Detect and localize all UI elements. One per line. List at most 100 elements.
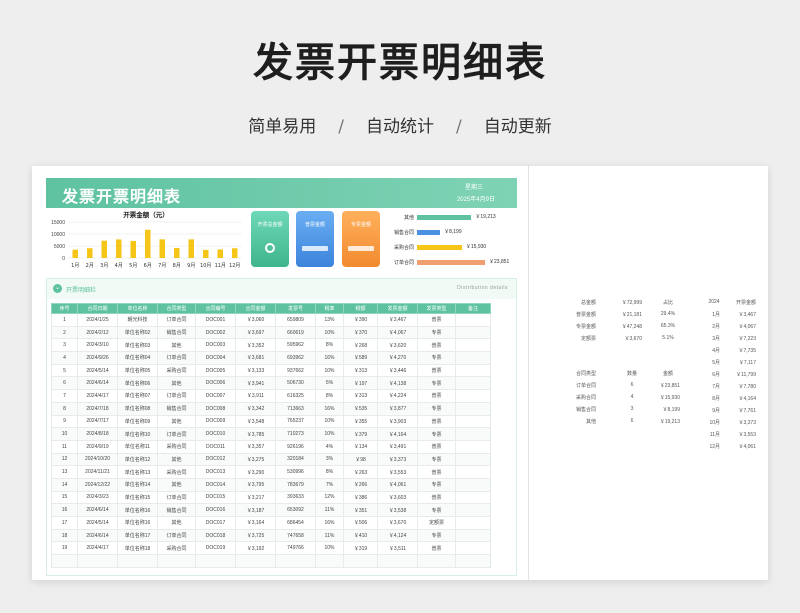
- table-cell[interactable]: [455, 338, 491, 353]
- table-cell[interactable]: 2024/9/19: [77, 439, 118, 454]
- table-cell[interactable]: ￥3,903: [377, 414, 418, 429]
- table-cell[interactable]: 1: [51, 313, 78, 327]
- table-cell[interactable]: ￥3,060: [235, 313, 276, 327]
- table-cell[interactable]: 2024/9/26: [77, 351, 118, 365]
- table-cell[interactable]: [51, 554, 78, 568]
- table-cell[interactable]: ￥3,187: [235, 503, 276, 517]
- table-cell[interactable]: ￥3,681: [235, 351, 276, 365]
- table-cell[interactable]: 2024/6/14: [77, 528, 118, 543]
- table-cell[interactable]: 销售合同: [157, 401, 196, 416]
- table-cell[interactable]: 单位名称16: [117, 516, 158, 530]
- table-cell[interactable]: 2024/7/17: [77, 414, 118, 429]
- table-cell[interactable]: 11%: [315, 528, 344, 543]
- table-cell[interactable]: DOC011: [195, 439, 236, 454]
- table-cell[interactable]: 2024/6/14: [77, 503, 118, 517]
- table-cell[interactable]: 订单合同: [157, 389, 196, 403]
- table-cell[interactable]: 5%: [315, 376, 344, 391]
- table-cell[interactable]: 10%: [315, 541, 344, 556]
- table-cell[interactable]: [377, 554, 418, 568]
- table-cell[interactable]: 普票: [417, 389, 456, 403]
- table-cell[interactable]: 专票: [417, 351, 456, 365]
- table-cell[interactable]: 2024/4/17: [77, 389, 118, 403]
- table-cell[interactable]: 2024/1/25: [77, 313, 118, 327]
- table-cell[interactable]: 16%: [315, 401, 344, 416]
- table-cell[interactable]: 单位名称10: [117, 427, 158, 441]
- table-cell[interactable]: [195, 554, 236, 568]
- table-cell[interactable]: 8%: [315, 338, 344, 353]
- table-cell[interactable]: 595962: [275, 338, 316, 353]
- table-cell[interactable]: ￥589: [343, 351, 378, 365]
- table-cell[interactable]: [117, 554, 158, 568]
- column-header[interactable]: 税率: [315, 303, 344, 314]
- table-cell[interactable]: 3: [51, 338, 78, 353]
- table-cell[interactable]: ￥3,620: [377, 338, 418, 353]
- table-cell[interactable]: ￥98: [343, 452, 378, 467]
- table-cell[interactable]: [157, 554, 196, 568]
- column-header[interactable]: 发票类型: [417, 303, 456, 314]
- table-cell[interactable]: 定额票: [417, 516, 456, 530]
- table-row[interactable]: 16 2024/6/14 单位名称16 销售合同 DOC016 ￥3,187 653092 1…: [51, 503, 491, 517]
- table-cell[interactable]: 2024/8/18: [77, 427, 118, 441]
- table-row[interactable]: 10 2024/8/18 单位名称10 订单合同 DOC010 ￥3,785 710273 1…: [51, 427, 491, 441]
- table-cell[interactable]: 693962: [275, 351, 316, 365]
- table-cell[interactable]: [455, 389, 491, 403]
- table-row[interactable]: 19 2024/4/17 单位名称18 采购合同 DOC019 ￥3,192 749766 1…: [51, 541, 491, 556]
- table-cell[interactable]: ￥3,342: [235, 401, 276, 416]
- table-cell[interactable]: 专票: [417, 427, 456, 441]
- table-cell[interactable]: 3%: [315, 452, 344, 467]
- table-cell[interactable]: DOC006: [195, 376, 236, 391]
- table-cell[interactable]: 16%: [315, 351, 344, 365]
- table-cell[interactable]: ￥535: [343, 401, 378, 416]
- table-row[interactable]: 17 2024/5/14 单位名称16 其他 DOC017 ￥3,164 686454 16%…: [51, 516, 491, 530]
- table-row[interactable]: 6 2024/6/14 单位名称06 其他 DOC006 ￥3,941 506730 5% ￥1…: [51, 376, 491, 391]
- column-header[interactable]: 合同日期: [77, 303, 118, 314]
- table-cell[interactable]: ￥379: [343, 427, 378, 441]
- column-header[interactable]: 税额: [343, 303, 378, 314]
- table-cell[interactable]: 4%: [315, 439, 344, 454]
- table-cell[interactable]: DOC013: [195, 465, 236, 479]
- table-cell[interactable]: [455, 516, 491, 530]
- table-cell[interactable]: ￥313: [343, 389, 378, 403]
- table-cell[interactable]: 9: [51, 414, 78, 429]
- table-cell[interactable]: [455, 427, 491, 441]
- table-cell[interactable]: 普票: [417, 439, 456, 454]
- table-row[interactable]: 4 2024/9/26 单位名称04 订单合同 DOC004 ￥3,681 693962 16…: [51, 351, 491, 365]
- table-cell[interactable]: 6: [51, 376, 78, 391]
- table-cell[interactable]: 710273: [275, 427, 316, 441]
- table-cell[interactable]: ￥3,548: [235, 414, 276, 429]
- table-cell[interactable]: ￥263: [343, 465, 378, 479]
- table-cell[interactable]: ￥3,491: [377, 439, 418, 454]
- table-cell[interactable]: DOC019: [195, 541, 236, 556]
- table-cell[interactable]: DOC018: [195, 528, 236, 543]
- table-cell[interactable]: 采购合同: [157, 363, 196, 378]
- table-cell[interactable]: [77, 554, 118, 568]
- table-cell[interactable]: 订单合同: [157, 313, 196, 327]
- table-cell[interactable]: [455, 325, 491, 340]
- table-cell[interactable]: ￥3,697: [235, 325, 276, 340]
- table-cell[interactable]: ￥3,164: [235, 516, 276, 530]
- table-cell[interactable]: 653092: [275, 503, 316, 517]
- table-cell[interactable]: 10%: [315, 325, 344, 340]
- table-cell[interactable]: 普票: [417, 490, 456, 505]
- table-cell[interactable]: DOC004: [195, 351, 236, 365]
- table-cell[interactable]: 530996: [275, 465, 316, 479]
- table-cell[interactable]: ￥3,373: [377, 452, 418, 467]
- table-cell[interactable]: [275, 554, 316, 568]
- table-cell[interactable]: [455, 541, 491, 556]
- tile-general-invoice[interactable]: 普票金额: [296, 211, 334, 267]
- table-cell[interactable]: 专票: [417, 528, 456, 543]
- table-row[interactable]: 1 2024/1/25 朝光科技 订单合同 DOC001 ￥3,060 659809 13% ￥…: [51, 313, 491, 327]
- table-cell[interactable]: 其他: [157, 338, 196, 353]
- table-row[interactable]: 18 2024/6/14 单位名称17 订单合同 DOC018 ￥3,725 747658 1…: [51, 528, 491, 543]
- table-cell[interactable]: 单位名称05: [117, 363, 158, 378]
- table-cell[interactable]: 7: [51, 389, 78, 403]
- column-header[interactable]: 备注: [455, 303, 491, 314]
- table-cell[interactable]: ￥3,446: [377, 363, 418, 378]
- table-cell[interactable]: [455, 414, 491, 429]
- table-cell[interactable]: 2024/6/14: [77, 376, 118, 391]
- column-header[interactable]: 合同金额: [235, 303, 276, 314]
- table-cell[interactable]: [417, 554, 456, 568]
- table-cell[interactable]: [235, 554, 276, 568]
- table-cell[interactable]: ￥3,941: [235, 376, 276, 391]
- table-cell[interactable]: 单位名称12: [117, 452, 158, 467]
